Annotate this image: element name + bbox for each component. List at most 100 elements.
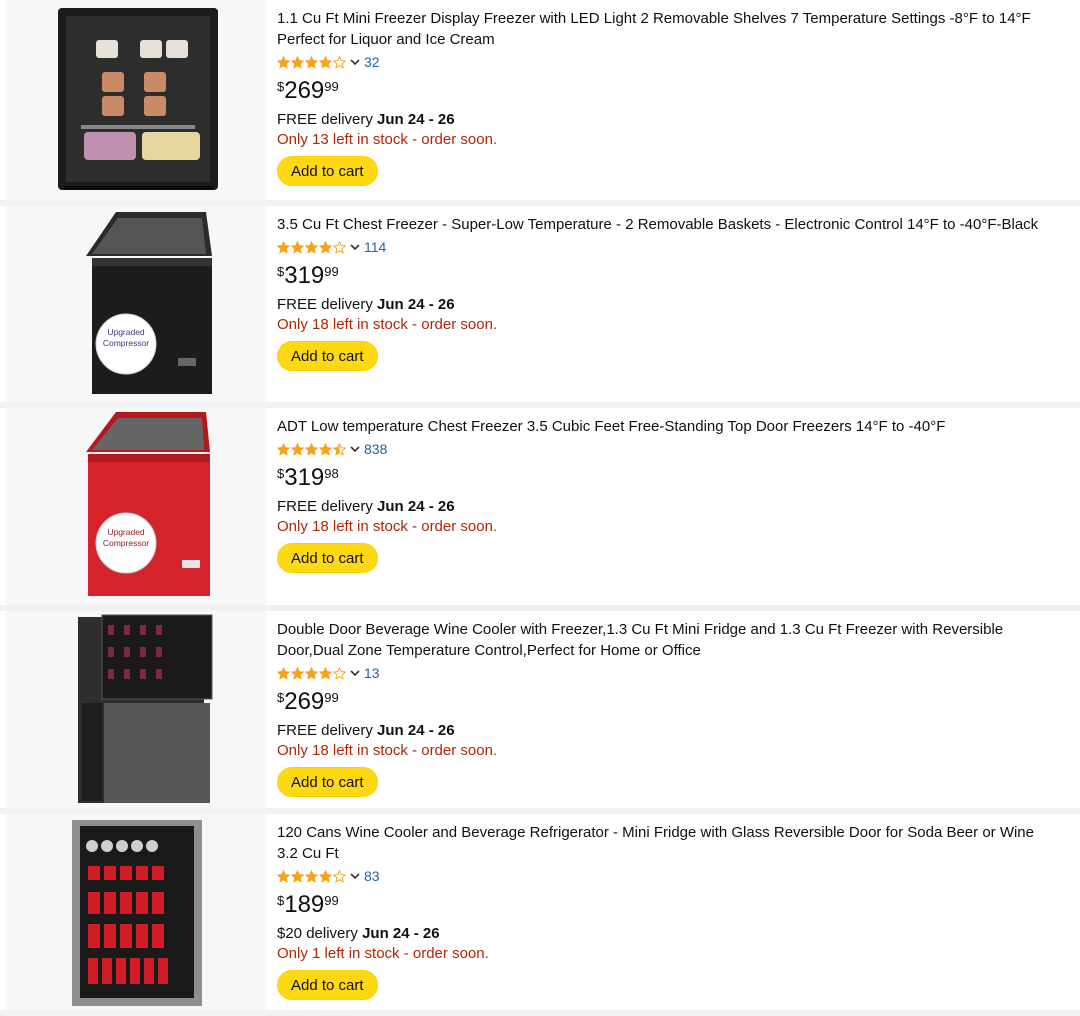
delivery-prefix: FREE delivery <box>277 111 373 128</box>
stock-status: Only 18 left in stock - order soon. <box>277 742 498 759</box>
delivery-info: FREE delivery Jun 24 - 26 <box>277 110 1056 130</box>
rating[interactable]: 32 <box>277 52 1056 72</box>
star-icon <box>333 55 346 69</box>
product-card: Upgraded Compressor 3.5 Cu Ft Chest Free… <box>0 206 1080 408</box>
chevron-down-icon[interactable] <box>350 58 360 66</box>
delivery-info: FREE delivery Jun 24 - 26 <box>277 721 1056 741</box>
star-icon <box>305 869 318 883</box>
star-icon <box>291 55 304 69</box>
price[interactable]: $ 319 98 <box>277 463 1056 495</box>
product-image[interactable] <box>6 0 266 200</box>
stock-status: Only 1 left in stock - order soon. <box>277 945 489 962</box>
chevron-down-icon[interactable] <box>350 445 360 453</box>
star-rating <box>277 442 347 456</box>
delivery-date: Jun 24 - 26 <box>377 296 455 313</box>
price-fraction: 99 <box>324 690 339 705</box>
star-icon <box>319 869 332 883</box>
product-title[interactable]: 3.5 Cu Ft Chest Freezer - Super-Low Temp… <box>277 214 1056 235</box>
stock-status: Only 18 left in stock - order soon. <box>277 316 498 333</box>
add-to-cart-button[interactable]: Add to cart <box>277 970 378 1000</box>
price-symbol: $ <box>277 466 285 481</box>
star-icon <box>305 55 318 69</box>
price-fraction: 99 <box>324 264 339 279</box>
price-symbol: $ <box>277 79 285 94</box>
add-to-cart-button[interactable]: Add to cart <box>277 341 378 371</box>
chevron-down-icon[interactable] <box>350 243 360 251</box>
beverage-refrigerator-icon <box>72 820 202 1006</box>
star-icon <box>291 240 304 254</box>
delivery-prefix: FREE delivery <box>277 296 373 313</box>
price-whole: 319 <box>284 464 325 491</box>
price-fraction: 99 <box>324 79 339 94</box>
star-rating <box>277 240 347 254</box>
mini-display-freezer-icon <box>58 8 218 190</box>
chevron-down-icon[interactable] <box>350 669 360 677</box>
star-icon <box>305 240 318 254</box>
star-icon <box>277 240 290 254</box>
star-icon <box>277 666 290 680</box>
price[interactable]: $ 269 99 <box>277 687 1056 719</box>
delivery-info: FREE delivery Jun 24 - 26 <box>277 295 1056 315</box>
stock-status: Only 18 left in stock - order soon. <box>277 518 498 535</box>
star-icon <box>291 442 304 456</box>
product-image[interactable]: Upgraded Compressor <box>6 206 266 402</box>
star-rating <box>277 869 347 883</box>
product-title[interactable]: Double Door Beverage Wine Cooler with Fr… <box>277 619 1056 661</box>
black-chest-freezer-icon <box>86 212 212 394</box>
delivery-info: $20 delivery Jun 24 - 26 <box>277 924 1056 944</box>
price-fraction: 99 <box>324 893 339 908</box>
add-to-cart-button[interactable]: Add to cart <box>277 767 378 797</box>
price-whole: 269 <box>284 688 325 715</box>
star-icon <box>291 666 304 680</box>
product-card: Double Door Beverage Wine Cooler with Fr… <box>0 611 1080 814</box>
product-title[interactable]: 1.1 Cu Ft Mini Freezer Display Freezer w… <box>277 8 1056 50</box>
price-whole: 189 <box>284 891 325 918</box>
rating[interactable]: 114 <box>277 237 1056 257</box>
stock-status: Only 13 left in stock - order soon. <box>277 131 498 148</box>
badge-text: Upgraded Compressor <box>102 327 150 348</box>
rating[interactable]: 13 <box>277 663 1056 683</box>
rating-count-link[interactable]: 83 <box>364 868 380 884</box>
rating[interactable]: 83 <box>277 866 1056 886</box>
star-icon <box>277 55 290 69</box>
delivery-date: Jun 24 - 26 <box>362 925 440 942</box>
price[interactable]: $ 189 99 <box>277 890 1056 922</box>
price[interactable]: $ 269 99 <box>277 76 1056 108</box>
rating-count-link[interactable]: 838 <box>364 441 387 457</box>
price[interactable]: $ 319 99 <box>277 261 1056 293</box>
star-icon <box>277 442 290 456</box>
add-to-cart-button[interactable]: Add to cart <box>277 156 378 186</box>
star-icon <box>277 869 290 883</box>
product-image[interactable]: Upgraded Compressor <box>6 408 266 605</box>
rating-count-link[interactable]: 32 <box>364 54 380 70</box>
results-list: 1.1 Cu Ft Mini Freezer Display Freezer w… <box>0 0 1080 1016</box>
price-symbol: $ <box>277 690 285 705</box>
star-rating <box>277 666 347 680</box>
product-info: 1.1 Cu Ft Mini Freezer Display Freezer w… <box>277 8 1056 186</box>
price-fraction: 98 <box>324 466 339 481</box>
double-door-wine-cooler-icon <box>78 614 213 803</box>
rating-count-link[interactable]: 114 <box>364 239 386 255</box>
product-title[interactable]: 120 Cans Wine Cooler and Beverage Refrig… <box>277 822 1056 864</box>
star-icon <box>319 666 332 680</box>
badge-text: Upgraded Compressor <box>102 527 150 548</box>
star-icon <box>305 442 318 456</box>
star-icon <box>333 666 346 680</box>
product-card: 120 Cans Wine Cooler and Beverage Refrig… <box>0 814 1080 1016</box>
delivery-date: Jun 24 - 26 <box>377 111 455 128</box>
product-image[interactable] <box>6 814 266 1010</box>
star-icon <box>319 442 332 456</box>
product-card: 1.1 Cu Ft Mini Freezer Display Freezer w… <box>0 0 1080 206</box>
add-to-cart-button[interactable]: Add to cart <box>277 543 378 573</box>
product-info: Double Door Beverage Wine Cooler with Fr… <box>277 619 1056 797</box>
chevron-down-icon[interactable] <box>350 872 360 880</box>
star-rating <box>277 55 347 69</box>
product-info: ADT Low temperature Chest Freezer 3.5 Cu… <box>277 416 1056 573</box>
product-image[interactable] <box>6 611 266 808</box>
delivery-prefix: $20 delivery <box>277 925 358 942</box>
product-info: 120 Cans Wine Cooler and Beverage Refrig… <box>277 822 1056 1000</box>
rating-count-link[interactable]: 13 <box>364 665 380 681</box>
price-whole: 319 <box>284 262 325 289</box>
product-title[interactable]: ADT Low temperature Chest Freezer 3.5 Cu… <box>277 416 1056 437</box>
rating[interactable]: 838 <box>277 439 1056 459</box>
